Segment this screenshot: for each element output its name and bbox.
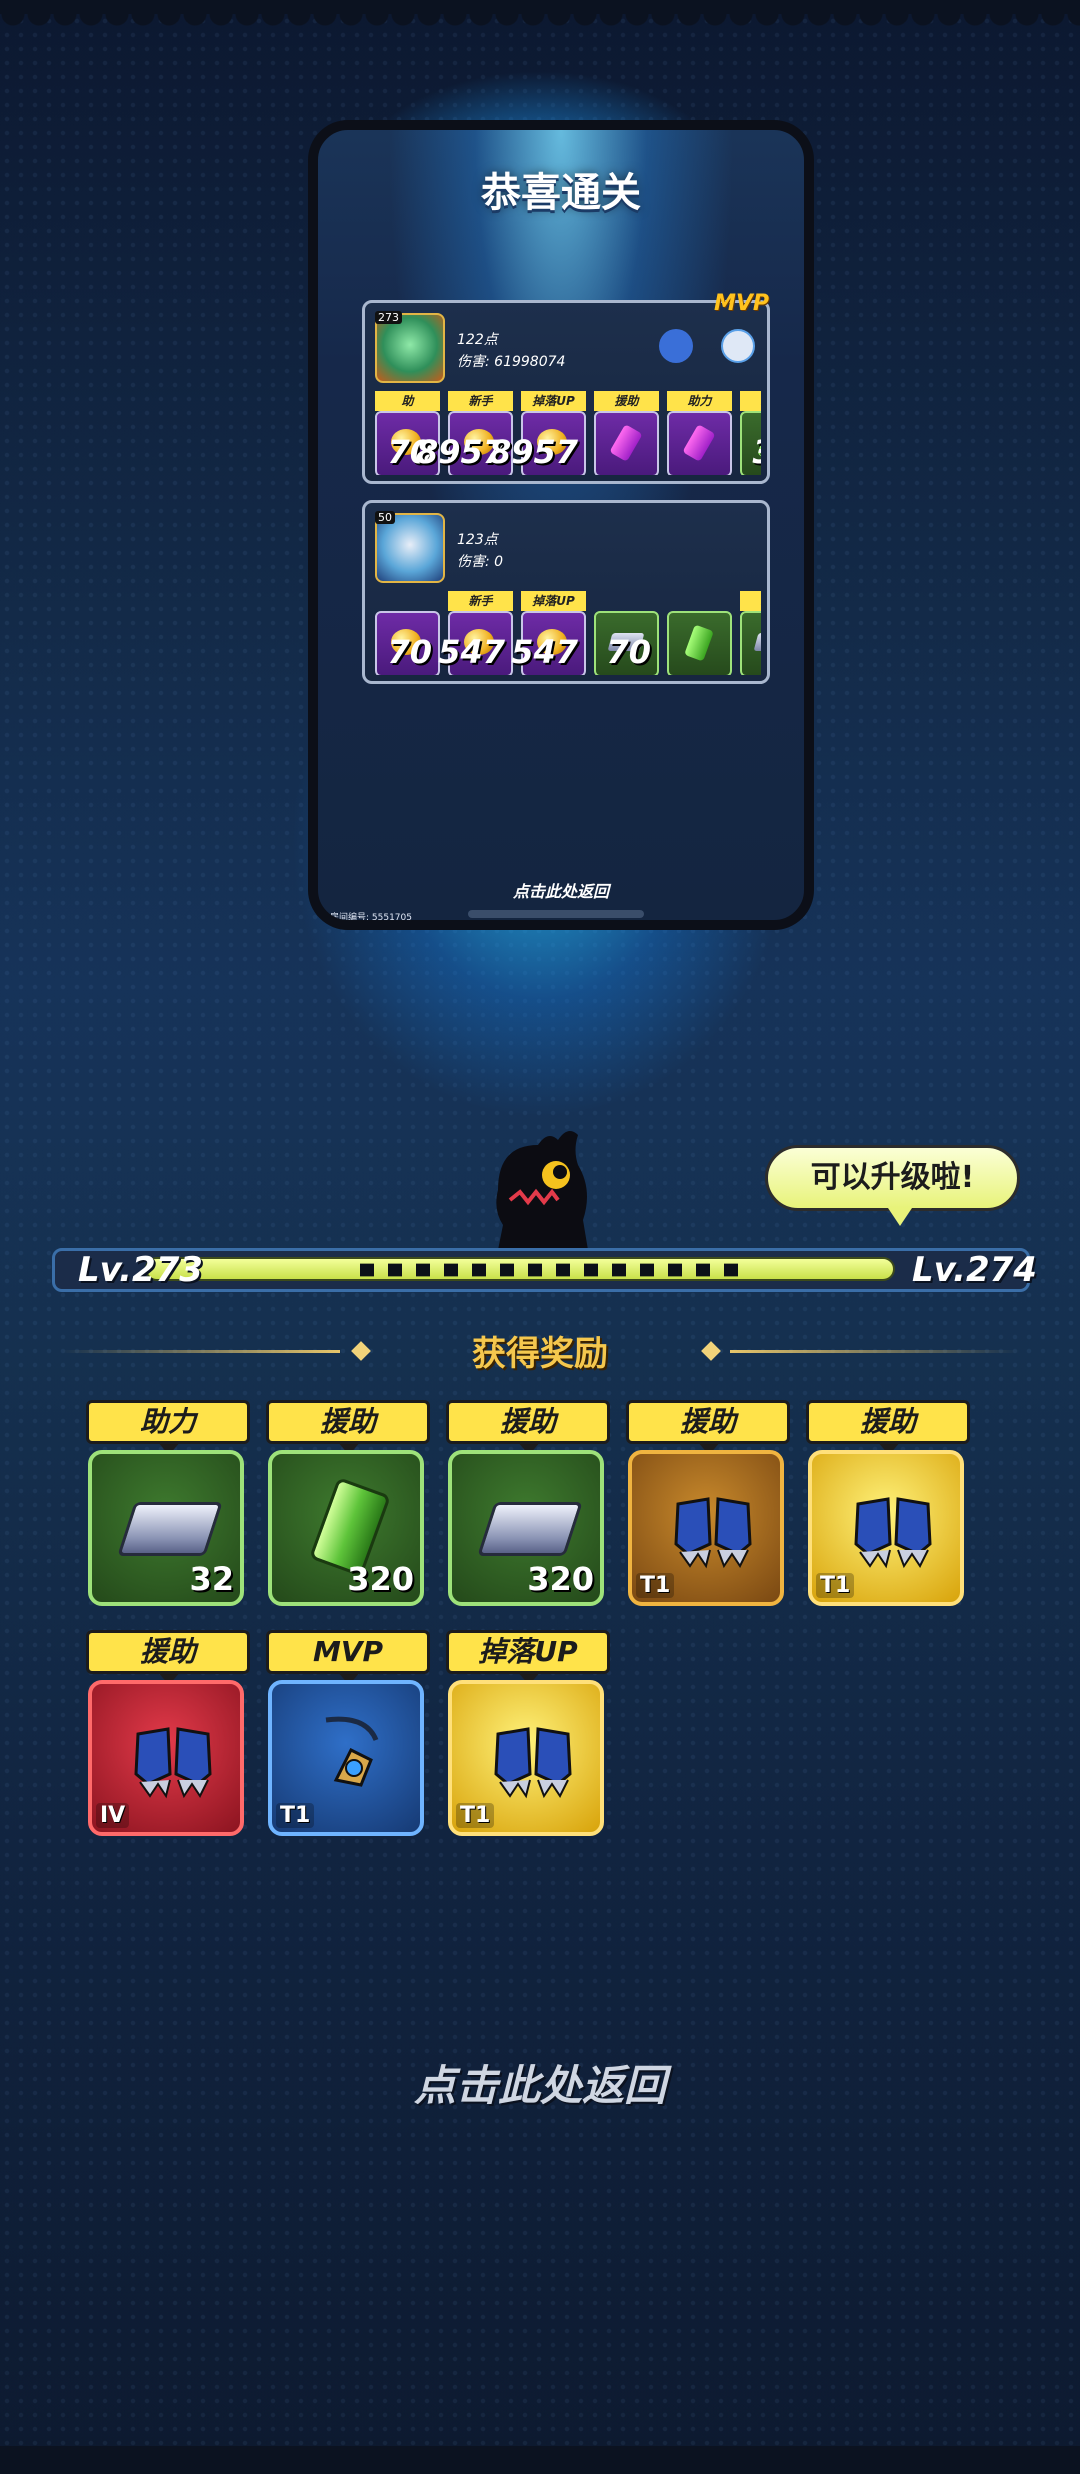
item-slot — [667, 591, 732, 675]
armor-boots-icon — [854, 1497, 932, 1569]
player-damage: 伤害: 0 — [457, 554, 504, 570]
reward-item[interactable]: 援助 T1 — [806, 1400, 970, 1610]
reward-item[interactable]: MVP T1 — [266, 1630, 430, 1840]
item-slot: 援助 — [594, 391, 659, 475]
player-card-1: MVP 273 122点 伤害: 61998074 助 70 新手 8957 掉落U… — [362, 291, 770, 484]
mvp-tag: MVP — [713, 291, 769, 316]
player-level: 273 — [375, 311, 402, 324]
top-scallop — [0, 14, 1080, 30]
item-slot: 掉落UP 8957 — [489, 391, 586, 475]
item-slot: 新手 547 — [438, 591, 513, 675]
player-level: 50 — [375, 511, 395, 524]
shadow-creature-icon — [496, 1131, 588, 1250]
item-slot: 70 — [375, 591, 440, 675]
iron-ingot-icon — [477, 1502, 583, 1556]
reward-item[interactable]: 援助 IV — [86, 1630, 250, 1840]
reward-item[interactable]: 掉落UP T1 — [446, 1630, 610, 1840]
ingot-icon — [753, 633, 761, 651]
player-points: 123点 — [457, 532, 498, 548]
green-gem-icon — [684, 624, 714, 662]
player-card-2: 50 123点 伤害: 0 70 新手547 掉落UP547 70 新手7 — [362, 500, 770, 684]
reward-item[interactable]: 援助 320 — [446, 1400, 610, 1610]
battle-id: 战斗编号: 0 — [330, 925, 378, 930]
item-slot: 新手32 — [740, 391, 761, 475]
return-button[interactable]: 点击此处返回 — [0, 2052, 1080, 2113]
room-id: 房间编号: 5551705 — [330, 913, 412, 923]
next-level: Lv.274 — [912, 1250, 1037, 1290]
amulet-icon — [325, 1716, 379, 1787]
reward-item[interactable]: 助力 32 — [86, 1400, 250, 1610]
item-slot: 掉落UP 547 — [511, 591, 586, 675]
armor-boots-icon — [494, 1727, 572, 1799]
purple-gem-icon — [609, 424, 643, 462]
top-border — [0, 0, 1080, 14]
room-info: 房间编号: 5551705 战斗编号: 0 — [330, 912, 412, 930]
armor-boots-icon — [134, 1727, 212, 1799]
purple-gem-icon — [682, 424, 716, 462]
item-slot: 助力 — [667, 391, 732, 475]
bottom-border — [0, 2446, 1080, 2474]
player-points: 122点 — [457, 332, 498, 348]
item-slot: 新手7 — [740, 591, 761, 675]
item-slot: 70 — [594, 591, 659, 675]
player-damage: 伤害: 61998074 — [457, 354, 566, 370]
panel-return-link[interactable]: 点击此处返回 — [318, 878, 804, 902]
current-level: Lv.273 — [78, 1250, 203, 1290]
armor-boots-icon — [674, 1497, 752, 1569]
divider-right — [730, 1350, 1020, 1353]
add-friend-icon[interactable] — [659, 329, 693, 363]
result-preview-panel: 恭喜通关 MVP 273 122点 伤害: 61998074 助 70 新手 895… — [308, 120, 814, 930]
player-items: 70 新手547 掉落UP547 70 新手7 — [375, 591, 761, 675]
home-indicator — [468, 910, 644, 918]
panel-title: 恭喜通关 — [481, 170, 641, 216]
iron-ingot-icon — [117, 1502, 223, 1556]
reward-item[interactable]: 援助 320 — [266, 1400, 430, 1610]
level-up-speech-bubble: 可以升级啦! — [765, 1145, 1020, 1226]
player-items: 助70 新手8957 掉落UP8957 援助 助力 新手32 — [375, 391, 761, 475]
reward-item[interactable]: 援助 T1 — [626, 1400, 790, 1610]
like-icon[interactable] — [721, 329, 755, 363]
